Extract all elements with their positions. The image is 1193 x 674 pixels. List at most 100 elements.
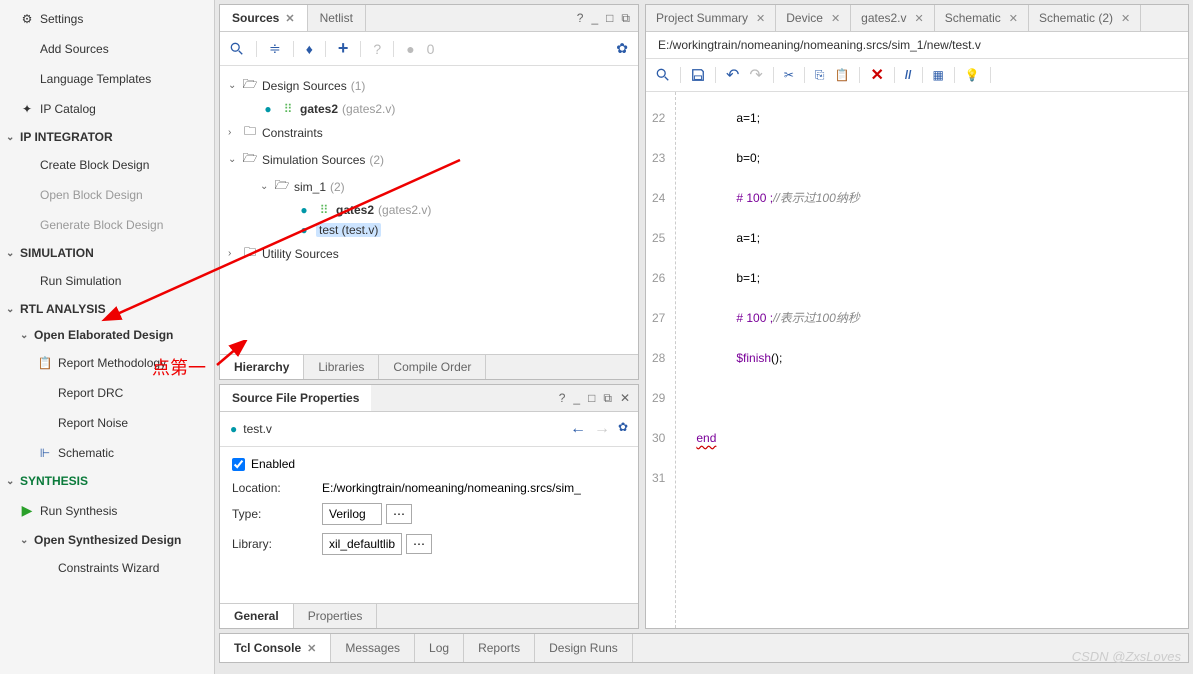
minimize-icon[interactable]: _	[591, 11, 598, 26]
flow-navigator[interactable]: ⚙Settings Add Sources Language Templates…	[0, 0, 215, 674]
nav-open-synthesized[interactable]: ⌄Open Synthesized Design	[0, 527, 214, 553]
search-icon[interactable]	[656, 68, 670, 82]
tab-netlist[interactable]: Netlist	[308, 5, 366, 31]
ptab-general[interactable]: General	[220, 604, 294, 628]
folder-icon: 🗀	[242, 243, 258, 264]
clipboard-icon: 📋	[36, 356, 54, 370]
help-icon[interactable]: ?	[577, 11, 584, 26]
nav-settings[interactable]: ⚙Settings	[0, 4, 214, 34]
comment-icon[interactable]: //	[905, 68, 912, 82]
settings-gear-icon[interactable]: ✿	[616, 40, 628, 57]
sort-icon[interactable]: ♦	[306, 41, 313, 57]
delete-icon[interactable]: ✕	[870, 65, 883, 85]
close-icon[interactable]: ✕	[756, 12, 765, 25]
nav-simulation-header[interactable]: ⌄SIMULATION	[0, 240, 214, 266]
ptab-properties[interactable]: Properties	[294, 604, 378, 628]
nav-run-synthesis[interactable]: ▶Run Synthesis	[0, 494, 214, 527]
btab-compile[interactable]: Compile Order	[379, 355, 486, 379]
ctab-runs[interactable]: Design Runs	[535, 634, 633, 662]
folder-icon: 🗁	[242, 149, 258, 170]
help-icon[interactable]: ?	[559, 391, 566, 406]
etab-schematic[interactable]: Schematic✕	[935, 5, 1029, 31]
folder-icon: 🗁	[242, 75, 258, 96]
library-browse[interactable]: ⋯	[406, 534, 432, 554]
close-icon[interactable]: ✕	[1009, 12, 1018, 25]
etab-schematic2[interactable]: Schematic (2)✕	[1029, 5, 1141, 31]
sources-tree[interactable]: ⌄🗁Design Sources(1) ●⠿gates2(gates2.v) ›…	[220, 66, 638, 354]
paste-icon[interactable]: 📋	[834, 68, 849, 82]
tab-sources[interactable]: Sources✕	[220, 5, 308, 31]
maximize-icon[interactable]: □	[606, 11, 613, 26]
collapse-icon[interactable]: ≑	[269, 40, 281, 57]
columns-icon[interactable]: ▦	[933, 68, 944, 82]
tree-sim-sources[interactable]: ⌄🗁Simulation Sources(2)	[224, 146, 634, 173]
etab-device[interactable]: Device✕	[776, 5, 851, 31]
nav-add-sources[interactable]: Add Sources	[0, 34, 214, 64]
nav-report-drc[interactable]: Report DRC	[0, 378, 214, 408]
search-icon[interactable]	[230, 42, 244, 56]
code-editor[interactable]: 22 23 24 25 26 27 28 29 30 31 a=1; b=0;	[646, 92, 1188, 628]
close-icon[interactable]: ✕	[1121, 12, 1130, 25]
nav-run-simulation[interactable]: Run Simulation	[0, 266, 214, 296]
ctab-messages[interactable]: Messages	[331, 634, 415, 662]
chevron-right-icon: ›	[228, 248, 242, 259]
btab-libraries[interactable]: Libraries	[304, 355, 379, 379]
nav-synthesis-header[interactable]: ⌄SYNTHESIS	[0, 468, 214, 494]
gear-icon[interactable]: ✿	[618, 420, 628, 438]
ctab-tcl[interactable]: Tcl Console✕	[220, 634, 331, 662]
chevron-down-icon: ⌄	[228, 154, 242, 165]
bulb-icon[interactable]: 💡	[965, 68, 980, 82]
nav-ip-catalog[interactable]: ✦IP Catalog	[0, 94, 214, 124]
nav-create-block[interactable]: Create Block Design	[0, 150, 214, 180]
add-icon[interactable]: +	[338, 38, 349, 59]
tree-sim1[interactable]: ⌄🗁sim_1(2)	[224, 173, 634, 200]
type-input[interactable]	[322, 503, 382, 525]
ip-icon: ✦	[18, 102, 36, 116]
close-icon[interactable]: ✕	[831, 12, 840, 25]
maximize-icon[interactable]: □	[588, 391, 595, 406]
tree-gates2-design[interactable]: ●⠿gates2(gates2.v)	[224, 99, 634, 119]
copy-icon[interactable]: ⎘	[815, 68, 825, 83]
nav-constraints-wizard[interactable]: Constraints Wizard	[0, 553, 214, 583]
minimize-icon[interactable]: _	[573, 391, 580, 406]
cut-icon[interactable]: ✂	[784, 68, 794, 82]
nav-generate-block[interactable]: Generate Block Design	[0, 210, 214, 240]
nav-rtl-header[interactable]: ⌄RTL ANALYSIS	[0, 296, 214, 322]
nav-ip-integrator-header[interactable]: ⌄IP INTEGRATOR	[0, 124, 214, 150]
ctab-log[interactable]: Log	[415, 634, 464, 662]
tree-test-file[interactable]: ●test (test.v)	[224, 220, 634, 240]
close-icon[interactable]: ✕	[620, 391, 630, 406]
hierarchy-icon: ⠿	[316, 203, 332, 217]
nav-schematic[interactable]: ⊩Schematic	[0, 438, 214, 468]
chevron-down-icon: ⌄	[6, 304, 16, 315]
btab-hierarchy[interactable]: Hierarchy	[220, 355, 304, 379]
nav-open-elaborated[interactable]: ⌄Open Elaborated Design	[0, 322, 214, 348]
folder-icon: 🗀	[242, 122, 258, 143]
back-icon[interactable]: ←	[570, 420, 586, 438]
tree-constraints[interactable]: ›🗀Constraints	[224, 119, 634, 146]
tree-utility[interactable]: ›🗀Utility Sources	[224, 240, 634, 267]
tree-gates2-sim[interactable]: ●⠿gates2(gates2.v)	[224, 200, 634, 220]
code-lines[interactable]: a=1; b=0; # 100 ;//表示过100纳秒 a=1; b=1; # …	[676, 92, 859, 628]
ctab-reports[interactable]: Reports	[464, 634, 535, 662]
restore-icon[interactable]: ⧉	[621, 11, 630, 26]
nav-open-block[interactable]: Open Block Design	[0, 180, 214, 210]
library-input[interactable]	[322, 533, 402, 555]
module-icon: ●	[260, 102, 276, 116]
tree-design-sources[interactable]: ⌄🗁Design Sources(1)	[224, 72, 634, 99]
play-icon: ▶	[18, 502, 36, 519]
restore-icon[interactable]: ⧉	[603, 391, 612, 406]
nav-report-noise[interactable]: Report Noise	[0, 408, 214, 438]
nav-report-methodology[interactable]: 📋Report Methodology	[0, 348, 214, 378]
etab-gates2[interactable]: gates2.v✕	[851, 5, 935, 31]
etab-summary[interactable]: Project Summary✕	[646, 5, 776, 31]
close-icon[interactable]: ✕	[307, 642, 316, 655]
nav-language-templates[interactable]: Language Templates	[0, 64, 214, 94]
undo-icon[interactable]: ↶	[726, 65, 739, 85]
close-icon[interactable]: ✕	[285, 12, 294, 25]
close-icon[interactable]: ✕	[915, 12, 924, 25]
enabled-checkbox[interactable]: Enabled	[232, 457, 626, 471]
type-browse[interactable]: ⋯	[386, 504, 412, 524]
save-icon[interactable]	[691, 68, 705, 82]
library-label: Library:	[232, 537, 322, 551]
